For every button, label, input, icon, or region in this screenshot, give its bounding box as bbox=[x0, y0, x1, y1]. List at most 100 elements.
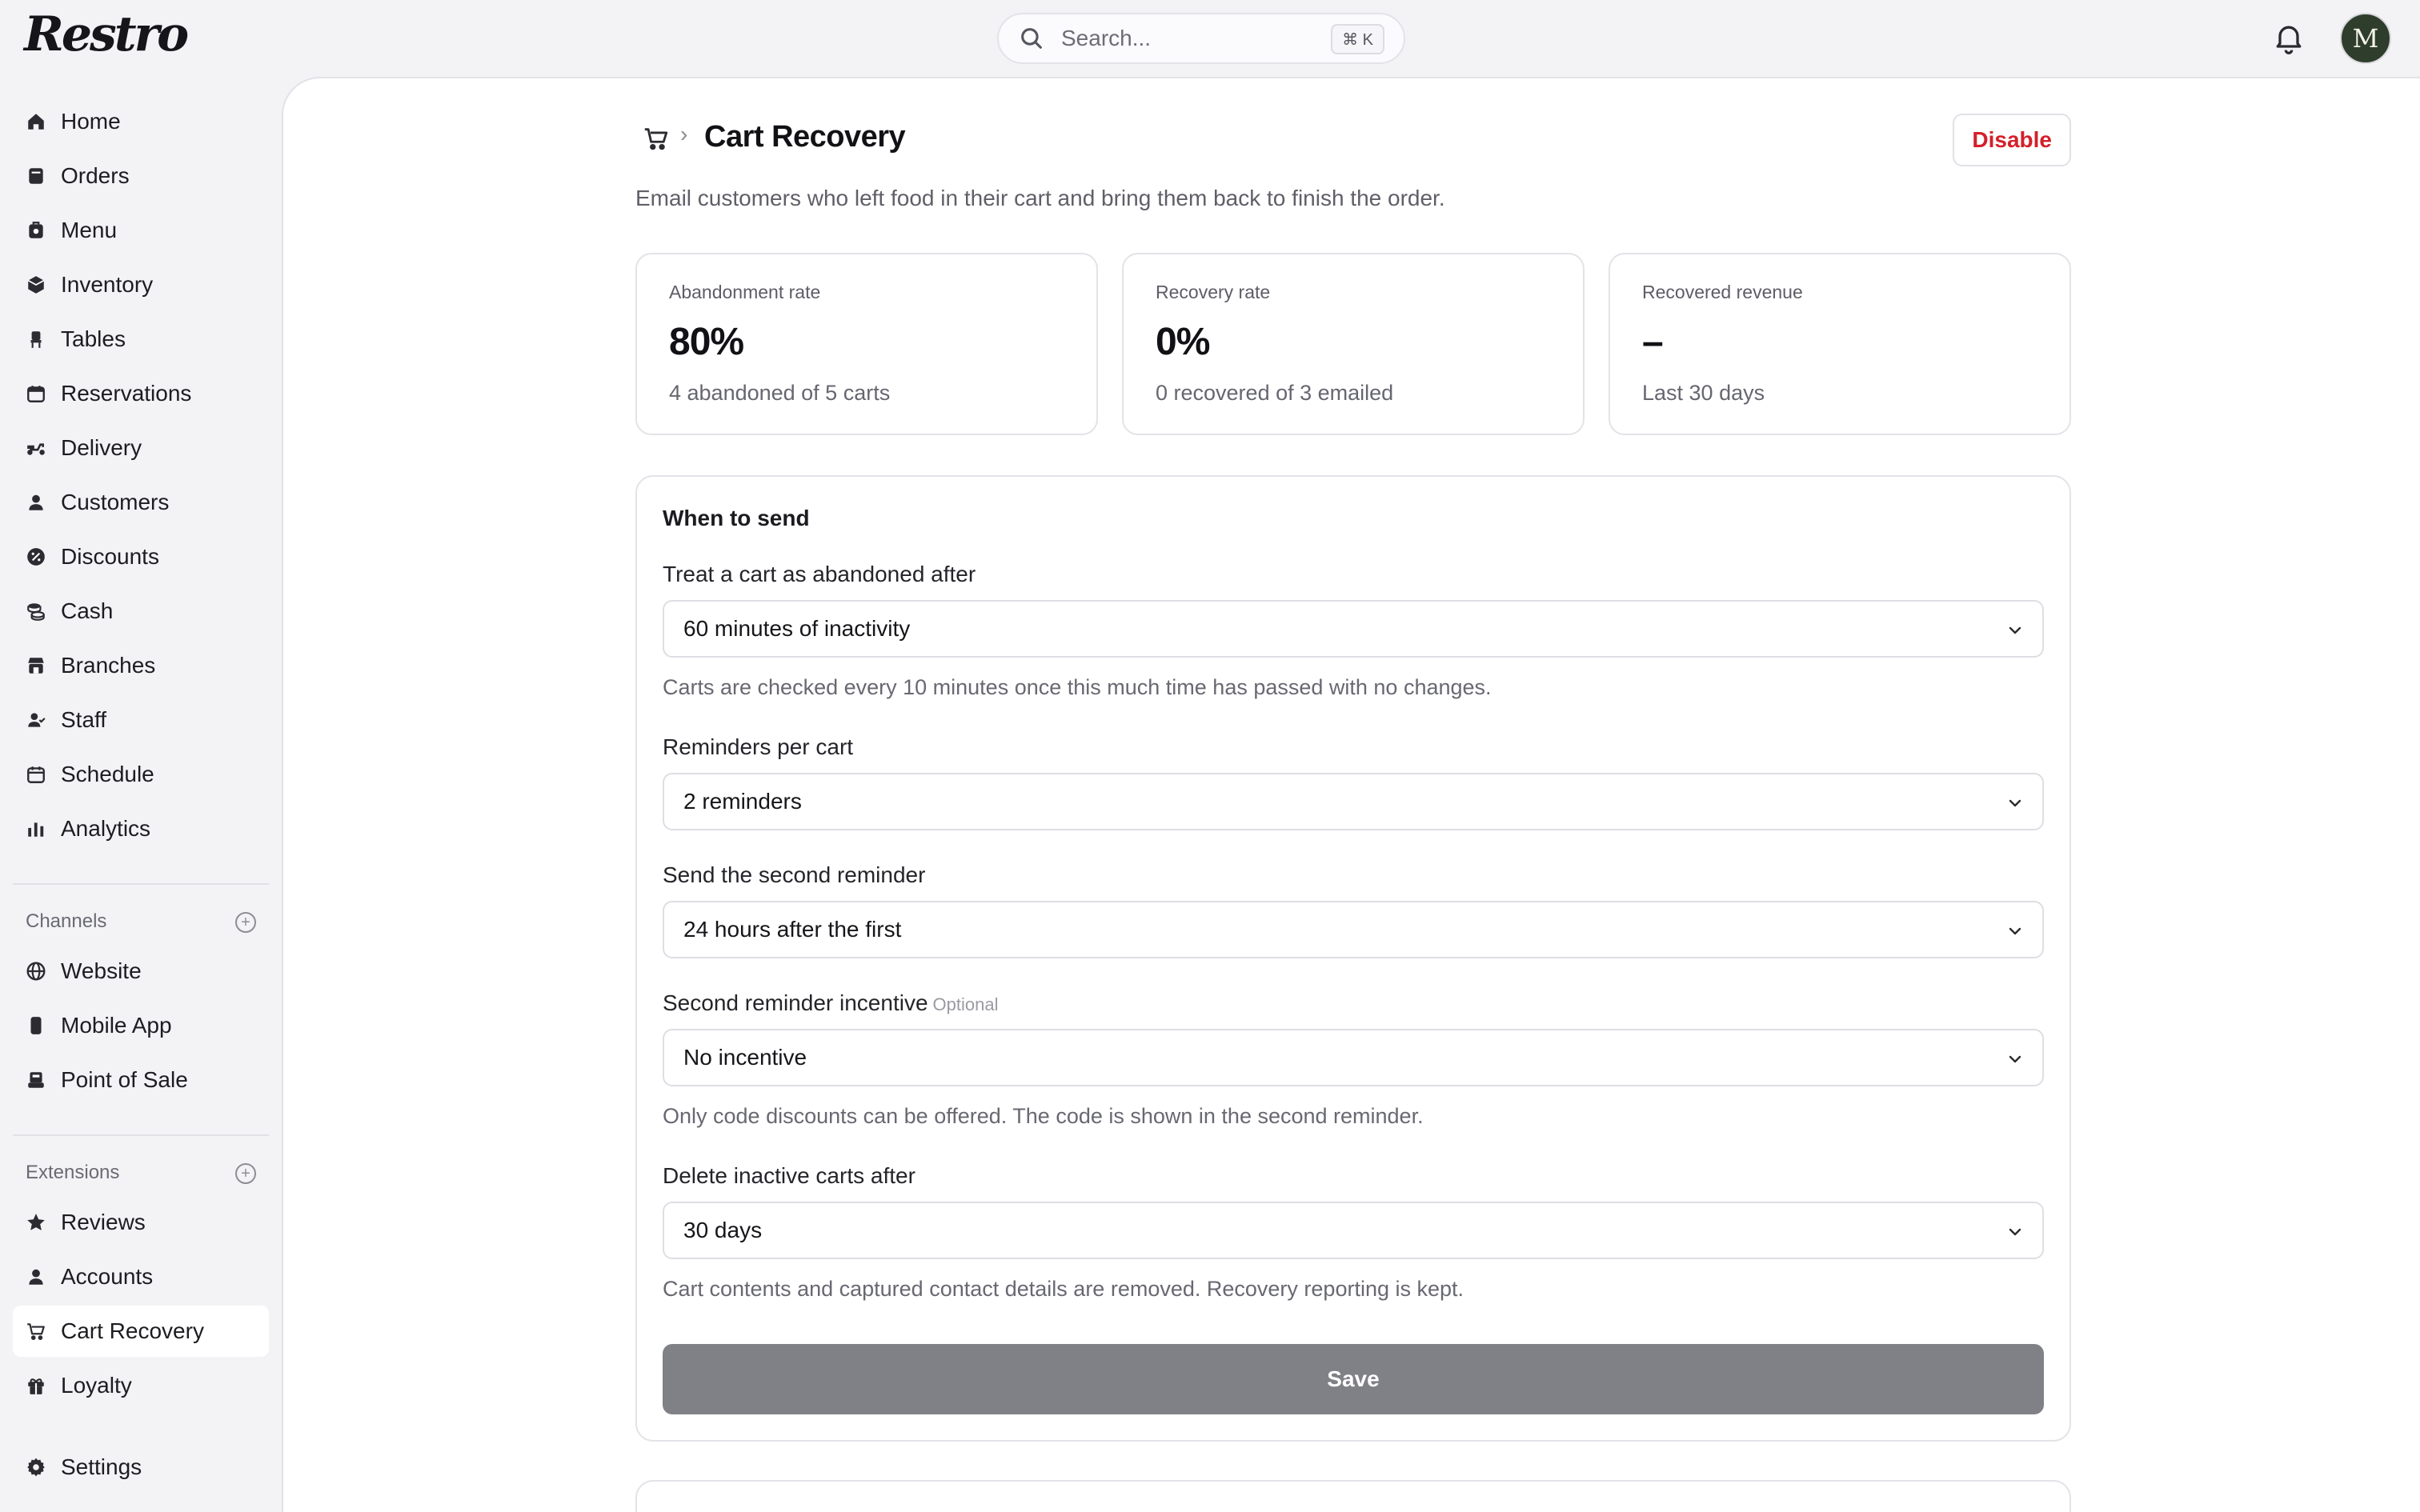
sidebar-item-reviews[interactable]: Reviews bbox=[13, 1197, 269, 1248]
home-icon bbox=[26, 111, 46, 132]
abandoned-after-select[interactable]: 60 minutes of inactivity bbox=[663, 600, 2044, 658]
sidebar-item-home[interactable]: Home bbox=[13, 96, 269, 147]
sidebar-item-schedule[interactable]: Schedule bbox=[13, 749, 269, 800]
sidebar-item-label: Website bbox=[61, 958, 142, 983]
restro-logo[interactable]: Restro bbox=[24, 6, 189, 62]
sidebar-item-customers[interactable]: Customers bbox=[13, 477, 269, 528]
sidebar-item-label: Reservations bbox=[61, 381, 192, 406]
avatar[interactable]: M bbox=[2340, 13, 2391, 64]
gear-icon bbox=[26, 1457, 46, 1478]
coins-icon bbox=[26, 601, 46, 622]
sidebar-item-website[interactable]: Website bbox=[13, 946, 269, 997]
stat-label: Abandonment rate bbox=[669, 282, 821, 302]
menu-icon bbox=[26, 220, 46, 241]
sidebar-item-label: Mobile App bbox=[61, 1013, 172, 1038]
sidebar-item-label: Analytics bbox=[61, 816, 151, 841]
sidebar-item-mobile-app[interactable]: Mobile App bbox=[13, 1000, 269, 1051]
sidebar: Home Orders Menu Inventory Tables Reserv bbox=[0, 77, 282, 1512]
sidebar-item-label: Inventory bbox=[61, 272, 154, 297]
delete-after-label: Delete inactive carts after bbox=[663, 1163, 916, 1188]
next-card bbox=[635, 1480, 2071, 1512]
sidebar-item-label: Customers bbox=[61, 490, 170, 514]
search-icon bbox=[1021, 28, 1042, 49]
channels-section-label: Channels bbox=[26, 910, 107, 932]
search-input[interactable]: Search... ⌘ K bbox=[997, 13, 1405, 64]
disable-button[interactable]: Disable bbox=[1953, 114, 2071, 166]
star-icon bbox=[26, 1212, 46, 1233]
cart-icon[interactable] bbox=[642, 125, 671, 152]
incentive-select[interactable]: No incentive bbox=[663, 1029, 2044, 1086]
sidebar-divider bbox=[13, 883, 269, 885]
second-reminder-select[interactable]: 24 hours after the first bbox=[663, 901, 2044, 958]
sidebar-item-cart-recovery[interactable]: Cart Recovery bbox=[13, 1306, 269, 1357]
sidebar-item-accounts[interactable]: Accounts bbox=[13, 1251, 269, 1302]
sidebar-item-analytics[interactable]: Analytics bbox=[13, 803, 269, 854]
sidebar-item-point-of-sale[interactable]: Point of Sale bbox=[13, 1054, 269, 1106]
app-root: Restro Search... ⌘ K M Home Orders Menu … bbox=[0, 0, 2420, 1512]
stat-value: 0% bbox=[1156, 321, 1210, 363]
sidebar-item-label: Orders bbox=[61, 163, 130, 188]
incentive-label: Second reminder incentive Optional bbox=[663, 990, 998, 1016]
top-bar: Restro Search... ⌘ K M bbox=[0, 0, 2420, 77]
sidebar-item-label: Menu bbox=[61, 218, 118, 242]
sidebar-item-branches[interactable]: Branches bbox=[13, 640, 269, 691]
sidebar-item-settings[interactable]: Settings bbox=[13, 1442, 269, 1493]
add-extension-icon[interactable]: + bbox=[235, 1163, 256, 1184]
stat-label: Recovered revenue bbox=[1642, 282, 1803, 302]
chart-icon bbox=[26, 818, 46, 839]
stat-subtext: 4 abandoned of 5 carts bbox=[669, 381, 891, 405]
sidebar-item-discounts[interactable]: Discounts bbox=[13, 531, 269, 582]
pos-icon bbox=[26, 1070, 46, 1090]
sidebar-item-reservations[interactable]: Reservations bbox=[13, 368, 269, 419]
reminders-per-cart-label: Reminders per cart bbox=[663, 734, 854, 759]
sidebar-item-label: Tables bbox=[61, 326, 126, 351]
incentive-label-text: Second reminder incentive bbox=[663, 990, 928, 1015]
select-value: 24 hours after the first bbox=[683, 917, 902, 942]
sidebar-item-delivery[interactable]: Delivery bbox=[13, 422, 269, 474]
gift-icon bbox=[26, 1375, 46, 1396]
sidebar-item-cash[interactable]: Cash bbox=[13, 586, 269, 637]
stat-subtext: Last 30 days bbox=[1642, 381, 1765, 405]
reminders-per-cart-select[interactable]: 2 reminders bbox=[663, 773, 2044, 830]
bell-icon[interactable] bbox=[2271, 19, 2306, 56]
delete-after-select[interactable]: 30 days bbox=[663, 1202, 2044, 1259]
staff-icon bbox=[26, 710, 46, 730]
sidebar-item-tables[interactable]: Tables bbox=[13, 314, 269, 365]
sidebar-item-label: Point of Sale bbox=[61, 1067, 188, 1092]
sidebar-item-label: Cash bbox=[61, 598, 114, 623]
sidebar-item-staff[interactable]: Staff bbox=[13, 694, 269, 746]
sidebar-item-loyalty[interactable]: Loyalty bbox=[13, 1360, 269, 1411]
optional-tag: Optional bbox=[932, 994, 999, 1014]
sidebar-item-label: Settings bbox=[61, 1454, 142, 1479]
search-placeholder: Search... bbox=[1061, 26, 1152, 50]
when-to-send-card: When to send Treat a cart as abandoned a… bbox=[635, 475, 2071, 1442]
stat-value: – bbox=[1642, 321, 1664, 363]
page-title: Cart Recovery bbox=[704, 120, 906, 154]
calendar-icon bbox=[26, 383, 46, 404]
select-value: 2 reminders bbox=[683, 789, 802, 814]
sidebar-item-inventory[interactable]: Inventory bbox=[13, 259, 269, 310]
sidebar-divider bbox=[13, 1134, 269, 1136]
save-button[interactable]: Save bbox=[663, 1344, 2044, 1414]
schedule-icon bbox=[26, 764, 46, 785]
page-header: › Cart Recovery Disable bbox=[635, 114, 2071, 166]
sidebar-item-label: Delivery bbox=[61, 435, 142, 460]
chevron-down-icon bbox=[2009, 1228, 2021, 1236]
add-channel-icon[interactable]: + bbox=[235, 912, 256, 933]
person-icon bbox=[26, 492, 46, 513]
person-icon bbox=[26, 1266, 46, 1287]
stat-value: 80% bbox=[669, 321, 744, 363]
sidebar-item-menu[interactable]: Menu bbox=[13, 205, 269, 256]
delete-after-hint: Cart contents and captured contact detai… bbox=[663, 1277, 1464, 1301]
cart-icon bbox=[26, 1321, 46, 1342]
card-title: When to send bbox=[663, 506, 810, 530]
sidebar-item-label: Reviews bbox=[61, 1210, 146, 1234]
stat-label: Recovery rate bbox=[1156, 282, 1271, 302]
sidebar-item-orders[interactable]: Orders bbox=[13, 150, 269, 202]
sidebar-item-label: Home bbox=[61, 109, 121, 134]
chevron-down-icon bbox=[2009, 1055, 2021, 1063]
select-value: 30 days bbox=[683, 1218, 763, 1242]
search-shortcut-badge: ⌘ K bbox=[1331, 24, 1384, 54]
chevron-down-icon bbox=[2009, 626, 2021, 634]
sidebar-item-label: Accounts bbox=[61, 1264, 154, 1289]
